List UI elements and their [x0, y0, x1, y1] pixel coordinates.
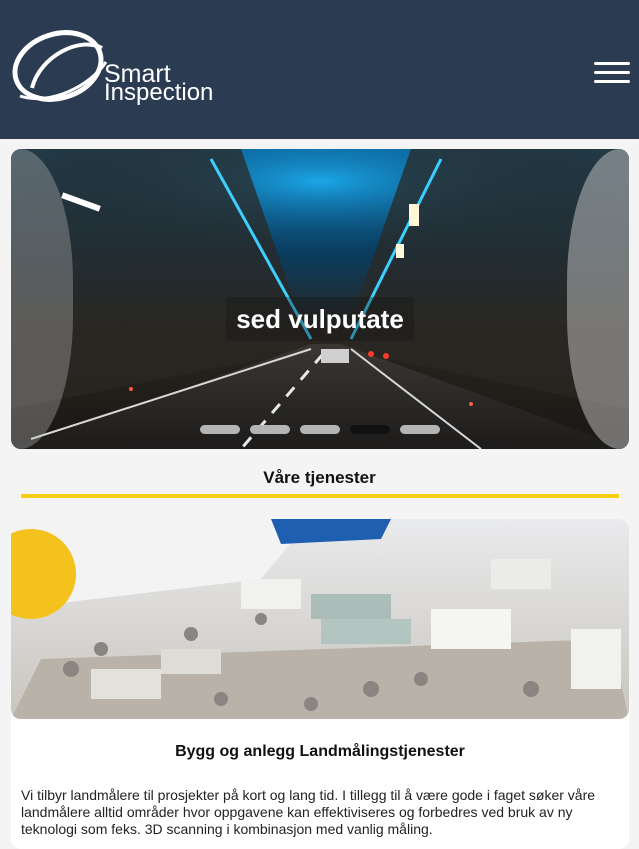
- slider-dot-4[interactable]: [350, 425, 390, 434]
- service-card[interactable]: Bygg og anlegg Landmålingstjenester Vi t…: [11, 519, 629, 849]
- slider-dot-2[interactable]: [250, 425, 290, 434]
- menu-bar-3: [594, 80, 630, 83]
- slider-dot-5[interactable]: [400, 425, 440, 434]
- architecture-model-photo: [11, 519, 629, 719]
- slider-dot-3[interactable]: [300, 425, 340, 434]
- site-header: Smart Inspection: [0, 0, 639, 139]
- hamburger-menu-icon[interactable]: [594, 62, 630, 84]
- card-description: Vi tilbyr landmålere til prosjekter på k…: [21, 787, 596, 837]
- services-underline: [21, 494, 619, 498]
- menu-bar-1: [594, 62, 630, 65]
- card-title: Bygg og anlegg Landmålingstjenester: [175, 743, 465, 760]
- menu-bar-2: [594, 71, 630, 74]
- image-slider[interactable]: sed vulputate: [11, 149, 629, 449]
- logo-word-inspection: Inspection: [104, 79, 213, 106]
- slide-caption: sed vulputate: [226, 297, 414, 341]
- smart-inspection-logo[interactable]: Smart Inspection: [10, 26, 220, 112]
- slider-dot-1[interactable]: [200, 425, 240, 434]
- services-heading: Våre tjenester: [263, 468, 376, 487]
